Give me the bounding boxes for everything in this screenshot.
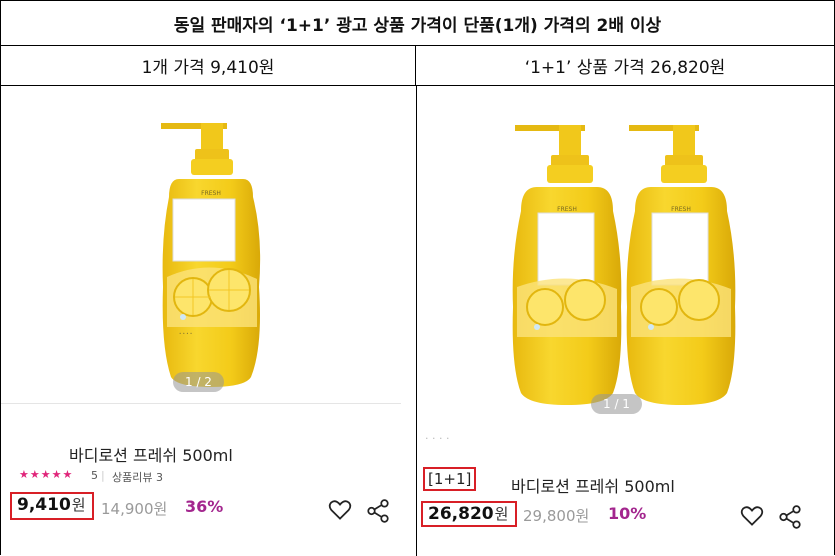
svg-text:• • • •: • • • •	[179, 331, 192, 336]
share-icon[interactable]	[777, 504, 803, 530]
discount-rate: 36%	[185, 497, 224, 516]
lotion-bottle-image: FRESH • • • •	[161, 123, 261, 387]
bottle-2: FRESH	[626, 125, 736, 405]
svg-text:FRESH: FRESH	[201, 190, 221, 197]
single-product-screenshot: FRESH • • • • 1 / 2 바디로션 프레쉬 500ml ★★★★★…	[1, 87, 416, 555]
image-pager: 1 / 1	[591, 394, 642, 414]
price-currency: 원	[494, 505, 509, 523]
comparison-table: 동일 판매자의 ‘1+1’ 광고 상품 가격이 단품(1개) 가격의 2배 이상…	[0, 0, 835, 556]
heart-icon[interactable]	[327, 497, 353, 523]
table-title: 동일 판매자의 ‘1+1’ 광고 상품 가격이 단품(1개) 가격의 2배 이상	[1, 1, 834, 46]
discount-rate: 10%	[608, 504, 647, 523]
sale-price-highlight: 9,410 원	[10, 492, 94, 520]
image-separator	[1, 403, 401, 404]
original-price: 29,800원	[523, 507, 590, 525]
product-image[interactable]: FRESH FRESH 1 / 1	[417, 87, 834, 417]
product-name[interactable]: 바디로션 프레쉬 500ml	[69, 442, 233, 466]
product-name[interactable]: 바디로션 프레쉬 500ml	[511, 473, 675, 497]
rating-stars: ★★★★★	[19, 468, 74, 481]
sale-price: 9,410	[17, 495, 71, 515]
product-image[interactable]: FRESH • • • • 1 / 2	[1, 87, 416, 403]
bundle-badge: [1+1]	[423, 467, 477, 491]
sale-price-highlight: 26,820 원	[421, 501, 517, 527]
review-divider: |	[101, 469, 105, 482]
original-price: 14,900원	[101, 500, 168, 518]
image-pager: 1 / 2	[173, 372, 224, 392]
svg-text:FRESH: FRESH	[557, 206, 577, 213]
rating-count: 5	[91, 469, 98, 482]
bottle-1: FRESH	[512, 125, 622, 405]
review-link[interactable]: 상품리뷰 3	[112, 469, 163, 485]
header-row: 1개 가격 9,410원 ‘1+1’ 상품 가격 26,820원	[1, 46, 834, 86]
bundle-product-screenshot: FRESH FRESH 1 / 1 . . . . [1+1] 바디로션 프레쉬…	[417, 87, 834, 555]
two-lotion-bottles-image: FRESH FRESH	[512, 125, 736, 405]
header-single-price: 1개 가격 9,410원	[1, 46, 416, 85]
truncated-brand-text: . . . .	[425, 429, 450, 442]
price-currency: 원	[71, 496, 86, 514]
sale-price: 26,820	[428, 504, 494, 524]
svg-text:FRESH: FRESH	[671, 206, 691, 213]
share-icon[interactable]	[365, 498, 391, 524]
header-bundle-price: ‘1+1’ 상품 가격 26,820원	[524, 58, 726, 78]
heart-icon[interactable]	[739, 503, 765, 529]
